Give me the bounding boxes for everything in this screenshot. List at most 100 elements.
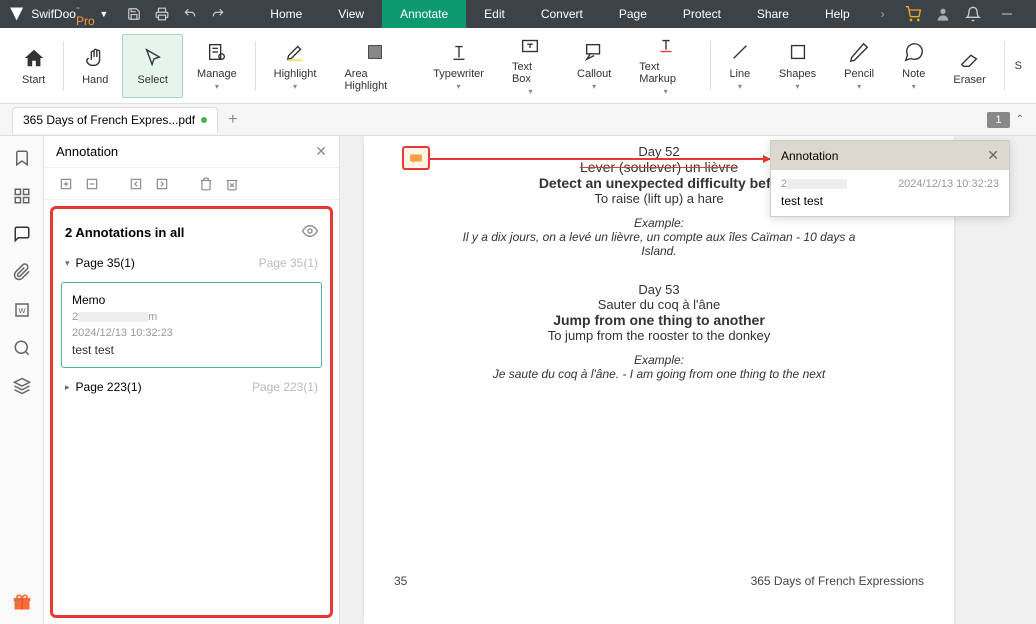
note-icon (903, 40, 925, 64)
select-button[interactable]: Select (122, 34, 183, 98)
footer-title: 365 Days of French Expressions (751, 574, 924, 588)
collapse-all-icon[interactable] (82, 174, 102, 194)
annotation-toolbar (44, 168, 339, 200)
annotation-icon[interactable] (10, 222, 34, 246)
expand-all-icon[interactable] (56, 174, 76, 194)
highlight-button[interactable]: Highlight ▾ (260, 34, 331, 98)
memo-date: 2024/12/13 10:32:23 (72, 327, 311, 339)
document-view[interactable]: Day 52 Lever (soulever) un lièvre Detect… (340, 136, 1036, 624)
menu-help[interactable]: Help (807, 0, 868, 28)
layers-icon[interactable] (10, 374, 34, 398)
prev-icon[interactable] (126, 174, 146, 194)
manage-button[interactable]: Manage ▾ (183, 34, 251, 98)
page-row-label: Page 35(1) (76, 256, 135, 270)
close-panel-button[interactable]: ✕ (315, 143, 327, 160)
maximize-button[interactable] (1026, 0, 1036, 28)
hand-button[interactable]: Hand (68, 34, 122, 98)
shapes-button[interactable]: Shapes ▾ (765, 34, 830, 98)
line-icon (729, 40, 751, 64)
separator (1004, 41, 1005, 91)
menu-annotate[interactable]: Annotate (382, 0, 466, 28)
app-dropdown-icon[interactable]: ▼ (99, 9, 108, 19)
area-highlight-button[interactable]: Area Highlight (330, 34, 419, 98)
chevron-down-icon: ▾ (215, 82, 219, 91)
print-button[interactable] (148, 0, 176, 28)
next-icon[interactable] (152, 174, 172, 194)
line-button[interactable]: Line ▾ (715, 34, 765, 98)
chevron-down-icon: ▾ (795, 82, 799, 91)
menu-protect[interactable]: Protect (665, 0, 739, 28)
page-indicator: 1 (987, 112, 1009, 128)
note-button[interactable]: Note ▾ (888, 34, 939, 98)
separator (255, 41, 256, 91)
main-area: W Annotation ✕ 2 Annotation (0, 136, 1036, 624)
typewriter-button[interactable]: Typewriter ▾ (419, 34, 498, 98)
titlebar: SwifDoo-Pro ▼ Home View Annotate Edit Co… (0, 0, 1036, 28)
callout-icon (583, 40, 605, 64)
page-row-223[interactable]: ▸ Page 223(1) Page 223(1) (61, 372, 322, 402)
redacted (78, 312, 148, 322)
annotation-popup-header: Annotation ✕ (771, 141, 1009, 170)
more-button[interactable]: S (1009, 34, 1028, 98)
menu-convert[interactable]: Convert (523, 0, 601, 28)
bell-icon[interactable] (958, 0, 988, 28)
callout-button[interactable]: Callout ▾ (563, 34, 625, 98)
minimize-button[interactable] (988, 0, 1026, 28)
close-popup-button[interactable]: ✕ (987, 147, 999, 164)
chevron-right-icon[interactable]: › (868, 0, 898, 28)
example-text2: Island. (394, 244, 924, 258)
cart-icon[interactable] (898, 0, 928, 28)
document-tab[interactable]: 365 Days of French Expres...pdf (12, 107, 218, 133)
delete-all-icon[interactable] (222, 174, 242, 194)
textbox-button[interactable]: Text Box ▾ (498, 34, 563, 98)
collapse-ribbon-button[interactable]: ⌃ (1016, 114, 1024, 125)
redo-button[interactable] (204, 0, 232, 28)
menu-page[interactable]: Page (601, 0, 665, 28)
page-row-35[interactable]: ▾ Page 35(1) Page 35(1) (61, 248, 322, 278)
eraser-button[interactable]: Eraser (939, 34, 999, 98)
thumbnails-icon[interactable] (10, 184, 34, 208)
word-icon[interactable]: W (10, 298, 34, 322)
eye-icon[interactable] (302, 223, 318, 242)
sidebar-icons: W (0, 136, 44, 624)
tab-filename: 365 Days of French Expres...pdf (23, 113, 195, 127)
memo-card[interactable]: Memo 2m 2024/12/13 10:32:23 test test (61, 282, 322, 368)
separator (63, 41, 64, 91)
menu-share[interactable]: Share (739, 0, 807, 28)
attachment-icon[interactable] (10, 260, 34, 284)
menu-edit[interactable]: Edit (466, 0, 523, 28)
search-icon[interactable] (10, 336, 34, 360)
chevron-down-icon: ▾ (664, 87, 668, 96)
svg-text:W: W (18, 306, 26, 315)
day53-block: Day 53 Sauter du coq à l'âne Jump from o… (394, 282, 924, 343)
home-icon (23, 46, 45, 70)
page-footer: 35 365 Days of French Expressions (394, 574, 924, 588)
bookmark-icon[interactable] (10, 146, 34, 170)
example-label: Example: (394, 353, 924, 367)
menu-bar: Home View Annotate Edit Convert Page Pro… (252, 0, 867, 28)
chevron-down-icon: ▾ (293, 82, 297, 91)
chevron-down-icon: ▾ (528, 87, 532, 96)
quick-access-toolbar (120, 0, 232, 28)
chevron-down-icon: ▾ (457, 82, 461, 91)
start-button[interactable]: Start (8, 34, 59, 98)
back-button[interactable]: ‹ (14, 592, 19, 610)
titlebar-left: SwifDoo-Pro ▼ Home View Annotate Edit Co… (0, 0, 868, 28)
add-tab-button[interactable]: + (228, 111, 237, 129)
annotation-list-highlighted: 2 Annotations in all ▾ Page 35(1) Page 3… (50, 206, 333, 618)
annotation-marker[interactable] (402, 146, 430, 170)
menu-view[interactable]: View (320, 0, 382, 28)
pencil-button[interactable]: Pencil ▾ (830, 34, 888, 98)
textmarkup-button[interactable]: Text Markup ▾ (625, 34, 706, 98)
save-button[interactable] (120, 0, 148, 28)
undo-button[interactable] (176, 0, 204, 28)
trash-icon[interactable] (196, 174, 216, 194)
user-icon[interactable] (928, 0, 958, 28)
menu-home[interactable]: Home (252, 0, 320, 28)
separator (710, 41, 711, 91)
annotation-count-row: 2 Annotations in all (61, 217, 322, 248)
annotation-panel: Annotation ✕ 2 Annotations in all (44, 136, 340, 624)
annotation-popup[interactable]: Annotation ✕ 2 2024/12/13 10:32:23 test … (770, 140, 1010, 217)
cursor-icon (142, 46, 164, 70)
manage-icon (206, 40, 228, 64)
